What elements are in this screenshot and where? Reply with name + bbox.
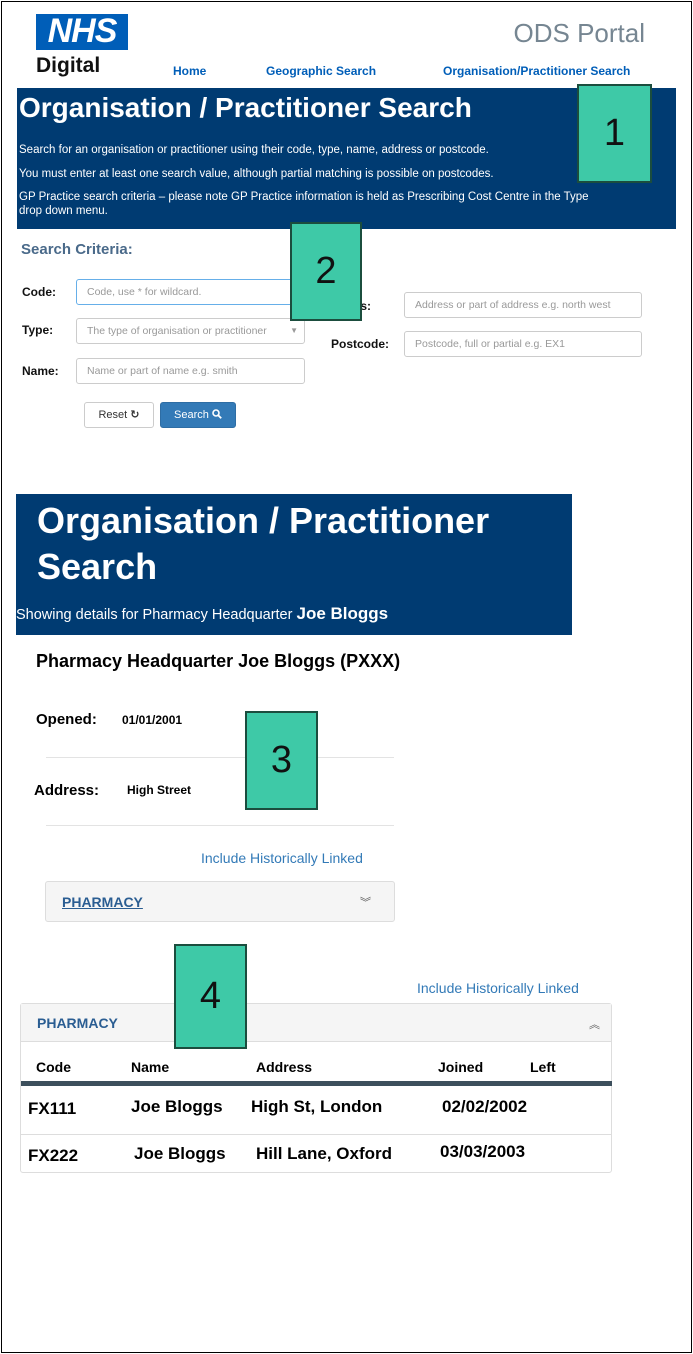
- portal-title: ODS Portal: [513, 18, 646, 48]
- code-input[interactable]: Code, use * for wildcard.: [76, 279, 305, 305]
- include-historically-linked-link[interactable]: Include Historically Linked: [417, 980, 579, 996]
- details-banner: Organisation / Practitioner Search Showi…: [16, 494, 572, 635]
- table-header-rule: [21, 1081, 612, 1086]
- callout-marker-3: 3: [245, 711, 318, 810]
- name-label: Name:: [22, 364, 59, 378]
- name-input[interactable]: Name or part of name e.g. smith: [76, 358, 305, 384]
- postcode-input[interactable]: Postcode, full or partial e.g. EX1: [404, 331, 642, 357]
- cell-address: Hill Lane, Oxford: [256, 1144, 393, 1163]
- nav-home[interactable]: Home: [173, 64, 206, 78]
- row-divider: [21, 1134, 612, 1135]
- code-label: Code:: [22, 285, 56, 299]
- callout-marker-4: 4: [174, 944, 247, 1049]
- panel-header[interactable]: PHARMACY ︽: [21, 1004, 611, 1042]
- banner-line-3: GP Practice search criteria – please not…: [19, 191, 589, 203]
- showing-prefix: Showing details for Pharmacy Headquarter: [16, 607, 293, 623]
- cell-joined: 02/02/2002: [442, 1097, 528, 1116]
- address-detail-value: High Street: [127, 783, 192, 797]
- column-header-left: Left: [530, 1059, 556, 1075]
- pharmacy-panel-heading[interactable]: PHARMACY: [62, 894, 143, 910]
- cell-name: Joe Bloggs: [134, 1144, 226, 1163]
- showing-details-text: Showing details for Pharmacy Headquarter…: [16, 604, 388, 624]
- digital-logo-text: Digital: [36, 54, 101, 77]
- cell-code: FX111: [28, 1099, 77, 1118]
- showing-name: Joe Bloggs: [296, 604, 389, 623]
- org-title: Pharmacy Headquarter Joe Bloggs (PXXX): [36, 651, 401, 671]
- column-header-code: Code: [36, 1059, 71, 1075]
- callout-marker-1: 1: [577, 84, 652, 183]
- postcode-label: Postcode:: [331, 337, 390, 351]
- reset-button[interactable]: Reset ↻: [84, 402, 154, 428]
- banner-line-1: Search for an organisation or practition…: [19, 144, 489, 156]
- nav-geographic-search[interactable]: Geographic Search: [266, 64, 376, 78]
- type-label: Type:: [22, 323, 54, 337]
- nav-organisation-search[interactable]: Organisation/Practitioner Search: [443, 64, 630, 78]
- divider: [46, 757, 394, 758]
- refresh-icon: ↻: [130, 409, 140, 421]
- cell-joined: 03/03/2003: [440, 1142, 526, 1161]
- chevron-down-icon: ▼: [290, 326, 298, 335]
- column-header-address: Address: [256, 1059, 313, 1075]
- opened-value: 01/01/2001: [122, 713, 183, 727]
- callout-marker-2: 2: [290, 222, 362, 321]
- column-header-joined: Joined: [438, 1059, 484, 1075]
- pharmacy-panel-heading[interactable]: PHARMACY: [37, 1015, 118, 1031]
- banner-title: Organisation / Practitioner Search: [19, 92, 472, 123]
- type-select-value: The type of organisation or practitioner: [87, 325, 267, 337]
- search-button-label: Search: [174, 409, 209, 421]
- cell-address: High St, London: [251, 1097, 383, 1116]
- nhs-logo: NHS: [47, 12, 118, 50]
- search-criteria-title: Search Criteria:: [21, 241, 133, 258]
- chevron-double-up-icon[interactable]: ︽: [589, 1016, 600, 1032]
- cell-name: Joe Bloggs: [131, 1097, 223, 1116]
- banner-line-4: drop down menu.: [19, 205, 108, 217]
- details-title-line-2: Search: [37, 546, 158, 587]
- cell-code: FX222: [28, 1146, 79, 1165]
- type-select[interactable]: The type of organisation or practitioner…: [76, 318, 305, 344]
- column-header-name: Name: [131, 1059, 170, 1075]
- address-detail-label: Address:: [34, 782, 100, 799]
- details-title-line-1: Organisation / Practitioner: [37, 500, 490, 541]
- banner-line-2: You must enter at least one search value…: [19, 168, 494, 180]
- reset-button-label: Reset: [98, 409, 128, 421]
- search-icon: [212, 409, 222, 421]
- search-button[interactable]: Search: [160, 402, 236, 428]
- chevron-double-down-icon[interactable]: ︾: [360, 894, 371, 910]
- opened-label: Opened:: [36, 711, 97, 728]
- address-input[interactable]: Address or part of address e.g. north we…: [404, 292, 642, 318]
- pharmacy-panel-collapsed[interactable]: PHARMACY ︾: [45, 881, 395, 922]
- include-historically-linked-link[interactable]: Include Historically Linked: [201, 850, 363, 866]
- divider: [46, 825, 394, 826]
